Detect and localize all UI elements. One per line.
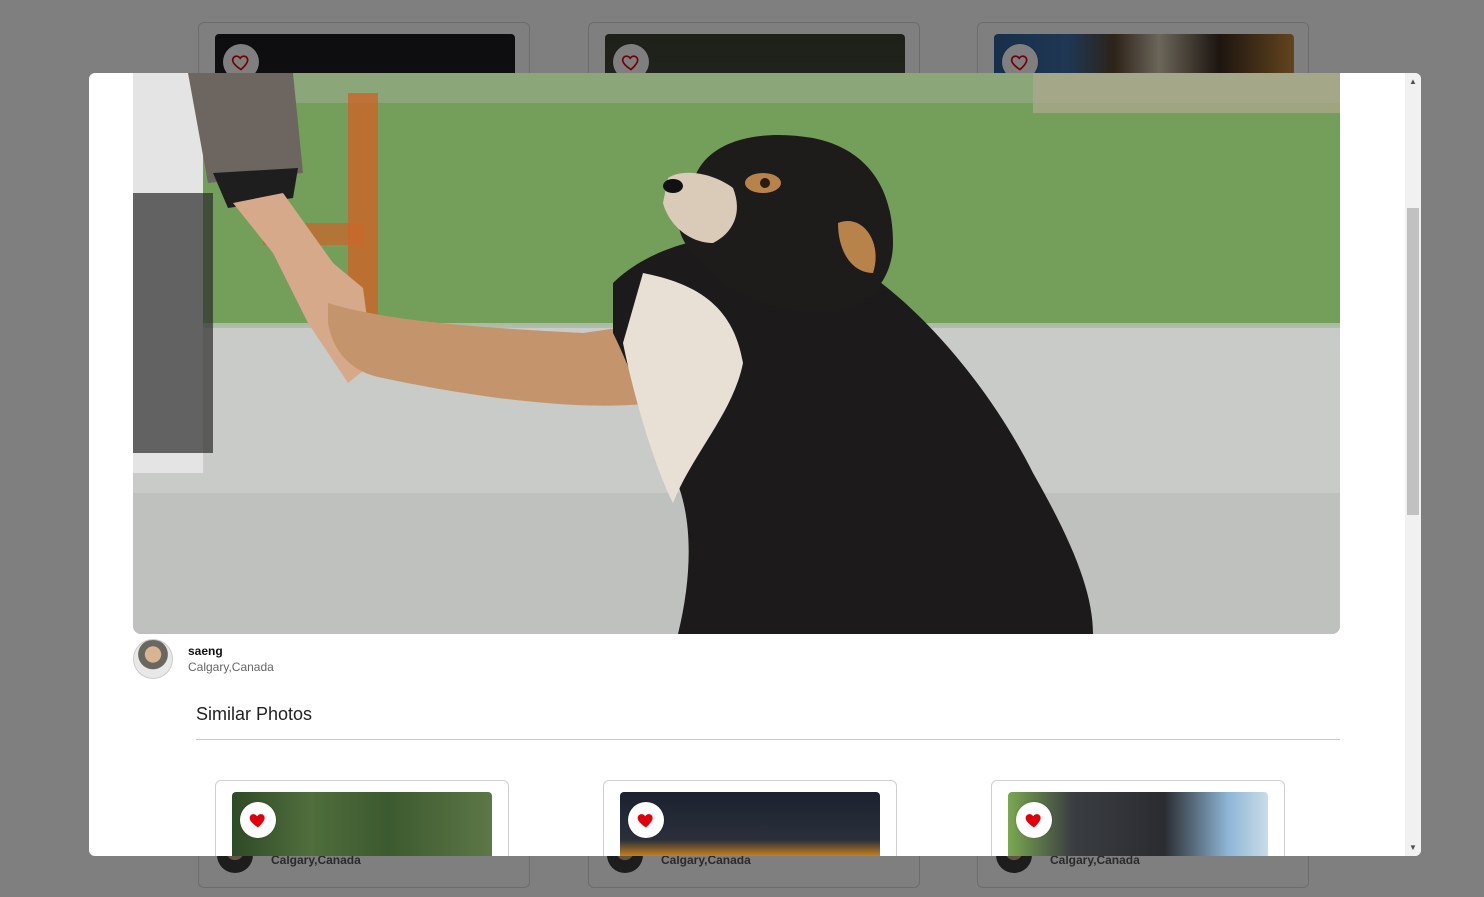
scroll-down-arrow-icon[interactable]: ▼ <box>1405 839 1421 856</box>
dog-photo-illustration <box>133 73 1340 634</box>
similar-photo-card[interactable] <box>991 780 1285 856</box>
author-name[interactable]: saeng <box>188 643 274 659</box>
photo-author[interactable]: saeng Calgary,Canada <box>133 639 274 679</box>
similar-photo-card[interactable] <box>215 780 509 856</box>
modal-scroll-content[interactable]: saeng Calgary,Canada Similar Photos <box>89 73 1405 856</box>
photo-detail-modal: saeng Calgary,Canada Similar Photos ▲ ▼ <box>89 73 1421 856</box>
similar-photo-card[interactable] <box>603 780 897 856</box>
heart-filled-icon <box>249 814 265 828</box>
avatar[interactable] <box>133 639 173 679</box>
scrollbar-thumb[interactable] <box>1407 208 1419 515</box>
author-info: saeng Calgary,Canada <box>188 643 274 675</box>
featured-photo[interactable] <box>133 73 1340 634</box>
like-button[interactable] <box>240 802 276 838</box>
like-button[interactable] <box>628 802 664 838</box>
heart-filled-icon <box>637 814 653 828</box>
author-location: Calgary,Canada <box>188 660 274 674</box>
like-button[interactable] <box>1016 802 1052 838</box>
modal-scrollbar[interactable]: ▲ ▼ <box>1405 73 1421 856</box>
divider <box>196 739 1340 740</box>
scroll-up-arrow-icon[interactable]: ▲ <box>1405 73 1421 90</box>
heart-filled-icon <box>1025 814 1041 828</box>
similar-photos-heading: Similar Photos <box>196 704 313 724</box>
